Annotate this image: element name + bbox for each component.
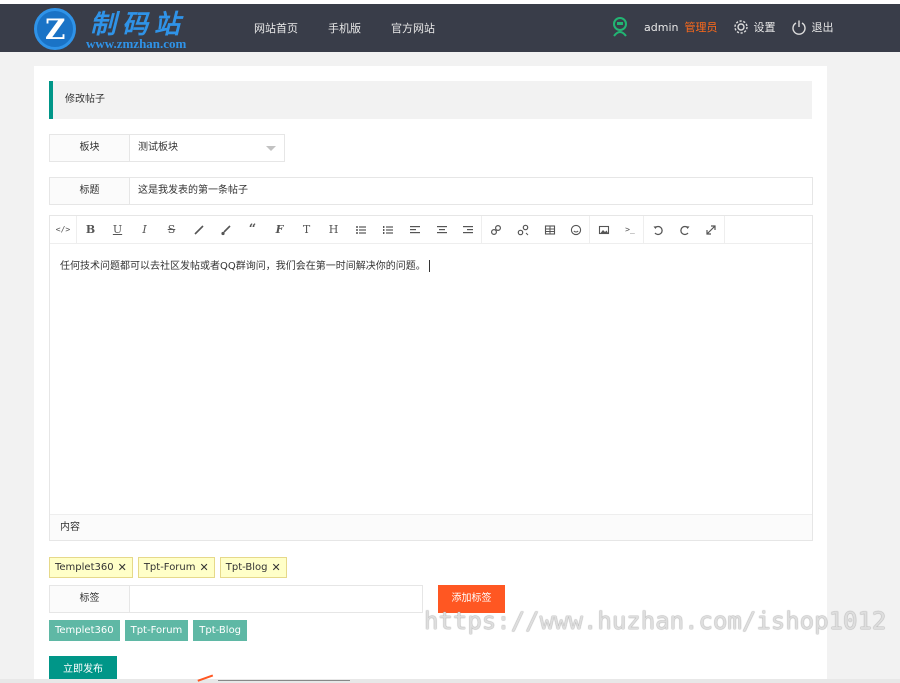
user-avatar-icon[interactable] <box>610 16 630 38</box>
settings-button[interactable]: 设置 <box>733 19 775 35</box>
editor-content-text: 任何技术问题都可以去社区发帖或者QQ群询问，我们会在第一时间解决你的问题。 <box>60 261 426 272</box>
nav-official[interactable]: 官方网站 <box>391 20 435 36</box>
page-title: 修改帖子 <box>49 81 812 119</box>
align-left-icon[interactable] <box>401 216 428 243</box>
tag-text: Tpt-Forum <box>143 562 196 573</box>
tag-input[interactable] <box>130 586 422 612</box>
site-logo[interactable]: Z 制码站 www.zmzhan.com <box>34 8 214 52</box>
content-editor: </> B U I S “ F T H >_ 任何技术问题都可以去社区发帖或者Q… <box>49 215 813 541</box>
tag-field: 标签 <box>49 585 423 613</box>
nav-home[interactable]: 网站首页 <box>254 20 298 36</box>
terminal-icon[interactable]: >_ <box>617 216 644 243</box>
top-header: Z 制码站 www.zmzhan.com 网站首页 手机版 官方网站 admin… <box>0 4 900 52</box>
close-icon[interactable]: ✕ <box>271 558 280 577</box>
bullet-list-icon[interactable] <box>347 216 374 243</box>
close-icon[interactable]: ✕ <box>118 558 127 577</box>
bottom-line <box>218 680 350 681</box>
board-select[interactable]: 测试板块 <box>130 135 284 161</box>
brush-icon[interactable] <box>212 216 239 243</box>
italic-icon[interactable]: I <box>131 216 158 243</box>
align-right-icon[interactable] <box>455 216 482 243</box>
fullscreen-icon[interactable] <box>698 216 725 243</box>
logout-button[interactable]: 退出 <box>791 19 833 35</box>
heading-icon[interactable]: H <box>320 216 347 243</box>
tag-text: Tpt-Blog <box>225 562 268 573</box>
close-icon[interactable]: ✕ <box>200 558 209 577</box>
editor-content[interactable]: 任何技术问题都可以去社区发帖或者QQ群询问，我们会在第一时间解决你的问题。 <box>60 257 430 272</box>
table-icon[interactable] <box>536 216 563 243</box>
power-icon <box>792 20 807 35</box>
text-cursor <box>428 260 430 272</box>
image-icon[interactable] <box>590 216 617 243</box>
tag-text: Templet360 <box>55 562 114 573</box>
board-selected-value: 测试板块 <box>138 142 178 153</box>
title-input[interactable]: 这是我发表的第一条帖子 <box>130 178 812 204</box>
logo-emblem-icon: Z <box>34 8 76 50</box>
selected-tags: Templet360 ✕ Tpt-Forum ✕ Tpt-Blog ✕ <box>49 557 287 578</box>
watermark: https://www.huzhan.com/ishop1012 <box>424 607 887 635</box>
font-size-icon[interactable]: T <box>293 216 320 243</box>
align-center-icon[interactable] <box>428 216 455 243</box>
user-name[interactable]: admin <box>644 21 678 34</box>
tag-label: 标签 <box>50 586 130 612</box>
user-role-badge: 管理员 <box>684 21 718 34</box>
content-label: 内容 <box>50 514 812 540</box>
bold-icon[interactable]: B <box>77 216 104 243</box>
ordered-list-icon[interactable] <box>374 216 401 243</box>
available-tags: Templet360 Tpt-Forum Tpt-Blog <box>49 620 248 641</box>
selected-tag: Templet360 ✕ <box>49 557 133 578</box>
underline-icon[interactable]: U <box>104 216 131 243</box>
link-icon[interactable] <box>482 216 509 243</box>
chevron-down-icon <box>266 146 276 151</box>
strikethrough-icon[interactable]: S <box>158 216 185 243</box>
main-nav: 网站首页 手机版 官方网站 <box>254 20 435 36</box>
code-view-icon[interactable]: </> <box>50 216 77 243</box>
redo-icon[interactable] <box>671 216 698 243</box>
quote-icon[interactable]: “ <box>239 216 266 243</box>
settings-label: 设置 <box>753 21 776 34</box>
nav-mobile[interactable]: 手机版 <box>328 20 361 36</box>
gear-icon <box>734 20 749 34</box>
logout-label: 退出 <box>811 21 834 34</box>
title-label: 标题 <box>50 178 130 204</box>
font-icon[interactable]: F <box>266 216 293 243</box>
user-area: admin 管理员 设置 退出 <box>610 16 849 38</box>
title-field: 标题 这是我发表的第一条帖子 <box>49 177 813 205</box>
board-label: 板块 <box>50 135 130 161</box>
selected-tag: Tpt-Blog ✕ <box>219 557 287 578</box>
unlink-icon[interactable] <box>509 216 536 243</box>
available-tag[interactable]: Tpt-Blog <box>193 620 248 641</box>
logo-url-text: www.zmzhan.com <box>86 36 187 51</box>
undo-icon[interactable] <box>644 216 671 243</box>
bottom-strip <box>0 679 900 683</box>
selected-tag: Tpt-Forum ✕ <box>137 557 215 578</box>
pen-icon[interactable] <box>185 216 212 243</box>
board-field: 板块 测试板块 <box>49 134 285 162</box>
edit-post-card: 修改帖子 板块 测试板块 标题 这是我发表的第一条帖子 </> B U I S … <box>34 66 827 683</box>
editor-toolbar: </> B U I S “ F T H >_ <box>50 216 812 244</box>
available-tag[interactable]: Tpt-Forum <box>124 620 189 641</box>
available-tag[interactable]: Templet360 <box>49 620 120 641</box>
emoji-icon[interactable] <box>563 216 590 243</box>
